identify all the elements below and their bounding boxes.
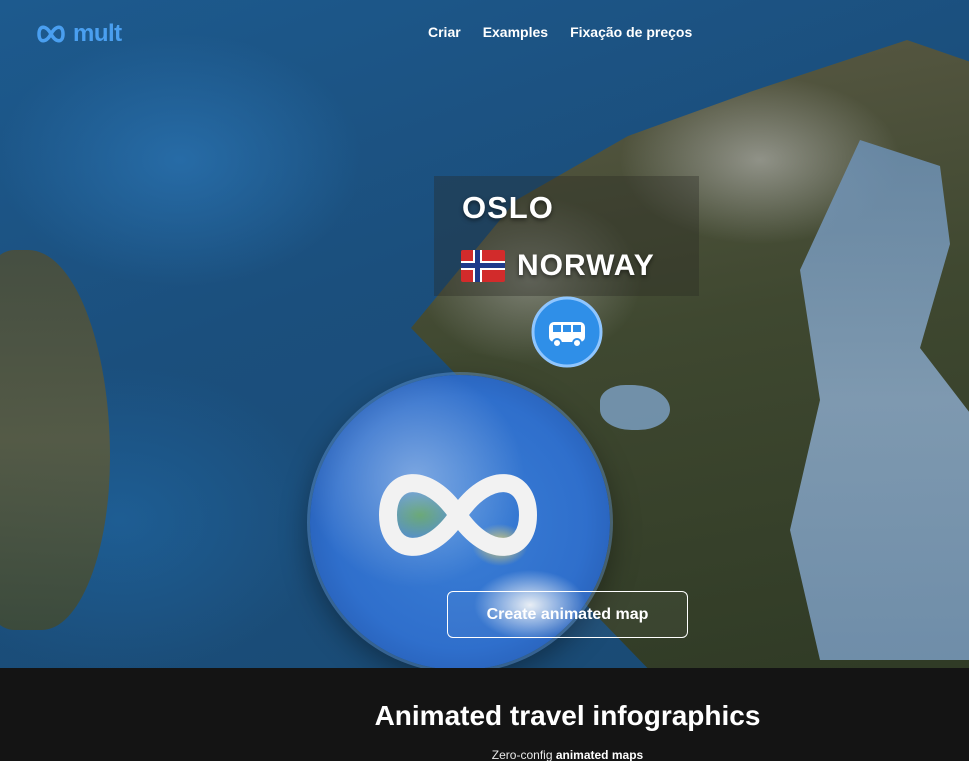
- logo[interactable]: mult: [35, 20, 122, 48]
- van-pin-icon[interactable]: [529, 296, 605, 372]
- nav-link-criar[interactable]: Criar: [428, 24, 461, 40]
- nav-link-examples[interactable]: Examples: [483, 24, 548, 40]
- logo-text: mult: [73, 20, 122, 47]
- city-label: OSLO: [462, 190, 554, 225]
- subheadline-prefix: Zero-config: [491, 748, 556, 761]
- top-nav: mult Criar Examples Fixação de preços: [0, 20, 969, 50]
- nav-link-pricing[interactable]: Fixação de preços: [570, 24, 692, 40]
- hero-map: OSLO NORWAY Create animated map: [0, 0, 969, 668]
- main-menu: Criar Examples Fixação de preços: [428, 24, 692, 40]
- map-lake: [600, 385, 670, 430]
- map-landmass-west: [0, 250, 110, 630]
- page-headline: Animated travel infographics: [374, 700, 761, 731]
- subheadline-bold: animated maps: [555, 748, 644, 761]
- page-subheadline: Zero-config animated maps: [0, 748, 969, 761]
- country-label: NORWAY: [461, 249, 655, 283]
- globe-logo-icon: [368, 455, 548, 580]
- mult-logo-icon: [35, 22, 67, 46]
- country-name: NORWAY: [517, 249, 655, 282]
- create-animated-map-button[interactable]: Create animated map: [447, 591, 688, 638]
- norway-flag-icon: [461, 250, 505, 282]
